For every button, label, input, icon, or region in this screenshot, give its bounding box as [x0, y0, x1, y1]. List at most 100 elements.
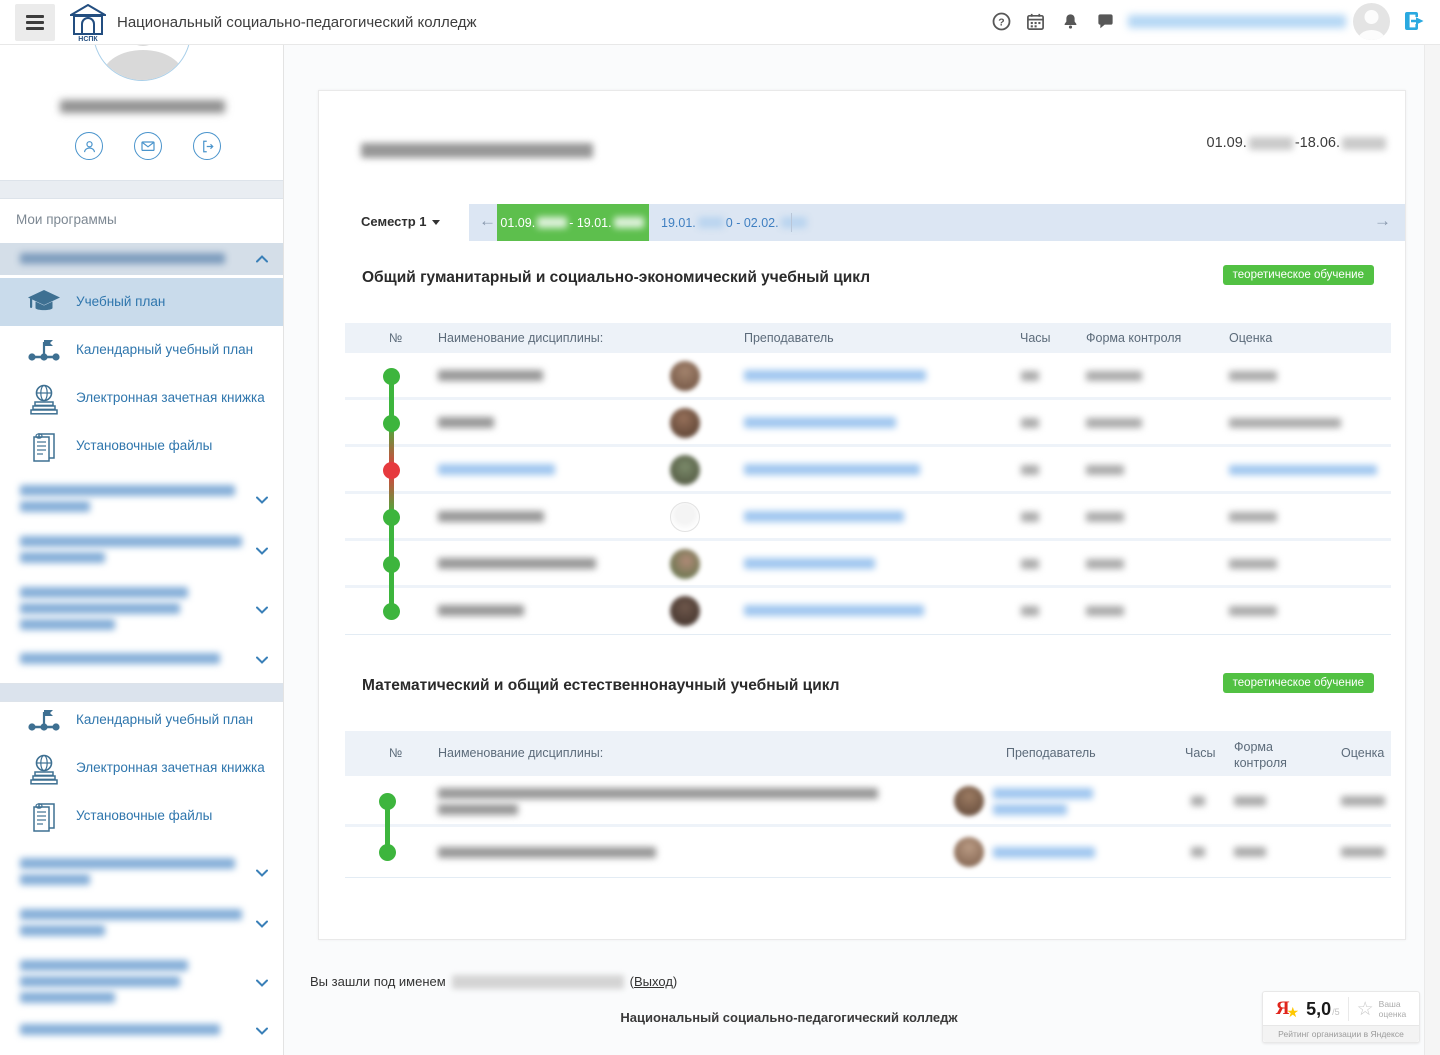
sidebar-program-collapsed[interactable] [0, 584, 284, 642]
theory-badge: теоретическое обучение [1223, 673, 1374, 693]
discipline-link-redacted[interactable] [438, 464, 555, 475]
sidebar-item-calendar-plan-2[interactable]: Календарный учебный план [0, 696, 284, 744]
sidebar-program-collapsed[interactable] [0, 906, 284, 950]
notifications-bell-icon[interactable] [1061, 12, 1080, 31]
sidebar-program-collapsed[interactable] [0, 855, 284, 899]
control-form-redacted [1234, 847, 1266, 857]
sidebar-program-collapsed[interactable] [0, 533, 284, 577]
caret-down-icon [432, 220, 440, 225]
program-date-range: 01.09.-18.06. [1207, 135, 1389, 151]
college-logo-icon: НСПК [70, 4, 106, 42]
discipline-name-redacted [438, 847, 656, 858]
sidebar-item-setup-files[interactable]: Установочные файлы [0, 422, 284, 470]
star-outline-icon[interactable]: ☆ [1357, 998, 1374, 1021]
teacher-link-redacted[interactable] [744, 558, 875, 569]
period-tab-next[interactable]: 19.01.0 - 02.02. [661, 204, 809, 241]
grade-redacted [1341, 847, 1385, 857]
th-num: № [389, 331, 402, 345]
avatar-silhouette [123, 45, 163, 46]
sidebar-item-gradebook-2[interactable]: Электронная зачетная книжка [0, 744, 284, 792]
table-row: 2 [345, 400, 1391, 447]
top-header: НСПК Национальный социально-педагогическ… [0, 0, 1440, 45]
divider [1348, 997, 1349, 1021]
next-period-arrow[interactable]: → [1374, 211, 1391, 231]
sidebar-program-expanded[interactable] [0, 243, 284, 275]
sidebar-item-setup-files-2[interactable]: Установочные файлы [0, 792, 284, 840]
chevron-down-icon [256, 656, 268, 664]
grade-link-redacted[interactable] [1229, 465, 1377, 475]
milestones-icon [26, 705, 62, 735]
yandex-rating-caption: Рейтинг организации в Яндексе [1263, 1025, 1419, 1042]
hours-redacted [1021, 512, 1039, 522]
date-redacted [614, 217, 644, 228]
teacher-avatar [670, 361, 700, 391]
svg-text:НСПК: НСПК [78, 36, 98, 42]
scrollbar-track[interactable] [1424, 45, 1440, 1055]
my-programs-label: Мои программы [16, 212, 117, 227]
teacher-link-redacted[interactable] [993, 788, 1093, 799]
program-name-redacted [20, 253, 225, 264]
sidebar-item-label: Электронная зачетная книжка [76, 390, 265, 405]
teacher-link-redacted[interactable] [744, 464, 920, 475]
footer-college-name: Национальный социально-педагогический ко… [284, 1010, 1294, 1025]
teacher-link-redacted[interactable] [744, 605, 924, 616]
sidebar-item-label: Установочные файлы [76, 808, 212, 823]
messages-chat-icon[interactable] [1096, 12, 1115, 31]
teacher-avatar [954, 837, 984, 867]
th-form: Форма контроля [1086, 331, 1181, 345]
documents-icon [26, 801, 62, 831]
teacher-link-redacted[interactable] [744, 417, 896, 428]
sidebar-item-gradebook[interactable]: Электронная зачетная книжка [0, 374, 284, 422]
sidebar-item-label: Электронная зачетная книжка [76, 760, 265, 775]
profile-mail-icon[interactable] [134, 132, 162, 160]
teacher-avatar [670, 455, 700, 485]
period-tab-active[interactable]: 01.09. - 19.01. [497, 204, 649, 241]
sidebar-item-calendar-plan[interactable]: Календарный учебный план [0, 326, 284, 374]
prev-period-arrow[interactable]: ← [479, 211, 496, 231]
discipline-name-redacted [438, 804, 518, 815]
hours-redacted [1021, 371, 1039, 381]
date-end: 18.06. [1300, 135, 1340, 151]
chevron-down-icon [256, 1027, 268, 1035]
sidebar-item-label: Учебный план [76, 294, 165, 309]
sidebar-program-collapsed[interactable] [0, 957, 284, 1015]
logged-in-text: Вы зашли под именем [310, 974, 446, 989]
section-title: Общий гуманитарный и социально-экономиче… [362, 269, 870, 287]
teacher-link-redacted[interactable] [993, 847, 1095, 858]
your-rating-line2: оценка [1379, 1009, 1407, 1019]
avatar-silhouette [103, 50, 183, 81]
profile-avatar [93, 45, 191, 81]
sidebar-program-collapsed[interactable] [0, 482, 284, 526]
teacher-link-redacted[interactable] [993, 804, 1067, 815]
graduation-cap-icon [26, 287, 62, 317]
svg-text:?: ? [998, 17, 1004, 28]
profile-logout-icon[interactable] [193, 132, 221, 160]
sidebar-divider [0, 180, 284, 199]
globe-books-icon [26, 753, 62, 783]
current-user-name-redacted[interactable] [1128, 15, 1346, 28]
logout-icon[interactable] [1402, 8, 1428, 34]
calendar-icon[interactable] [1026, 12, 1045, 31]
th-name: Наименование дисциплины: [438, 331, 603, 345]
logged-in-line: Вы зашли под именем (Выход) [310, 974, 677, 989]
help-icon[interactable]: ? [992, 12, 1011, 31]
chevron-down-icon [256, 606, 268, 614]
yandex-rating-widget[interactable]: Я ★ 5,0 /5 ☆ Ваша оценка Рейтинг организ… [1262, 991, 1420, 1043]
teacher-avatar [670, 596, 700, 626]
semester-selector[interactable]: Семестр 1 [361, 214, 440, 229]
paren: ) [673, 974, 677, 989]
table-row: 1 [345, 353, 1391, 400]
profile-person-icon[interactable] [75, 132, 103, 160]
sidebar-program-collapsed[interactable] [0, 650, 284, 678]
discipline-name-redacted [438, 558, 596, 569]
sidebar-program-collapsed[interactable] [0, 1021, 284, 1049]
sidebar-item-study-plan[interactable]: Учебный план [0, 278, 284, 326]
teacher-link-redacted[interactable] [744, 370, 926, 381]
section-title: Математический и общий естественнонаучны… [362, 677, 840, 695]
hamburger-bar [26, 27, 44, 30]
th-grade: Оценка [1341, 746, 1384, 760]
logout-link[interactable]: Выход [634, 974, 673, 989]
teacher-link-redacted[interactable] [744, 511, 904, 522]
hamburger-menu-button[interactable] [15, 4, 55, 41]
chevron-down-icon [256, 979, 268, 987]
